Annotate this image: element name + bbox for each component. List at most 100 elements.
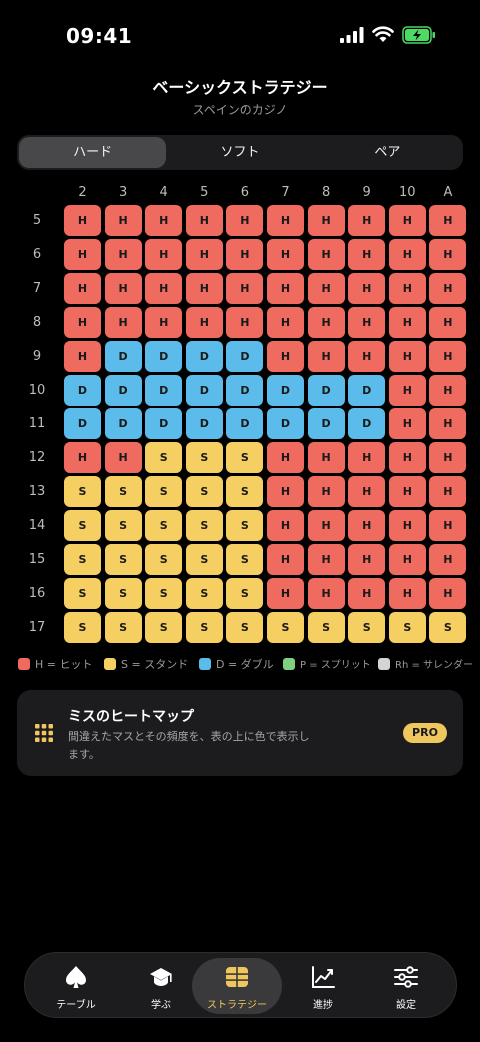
strategy-cell[interactable]: H xyxy=(388,442,426,474)
strategy-cell[interactable]: H xyxy=(388,340,426,372)
strategy-cell[interactable]: H xyxy=(226,306,264,338)
strategy-cell[interactable]: S xyxy=(185,544,223,575)
strategy-cell[interactable]: H xyxy=(226,238,264,270)
strategy-cell[interactable]: S xyxy=(64,510,101,542)
strategy-cell[interactable]: H xyxy=(307,306,345,338)
strategy-cell[interactable]: H xyxy=(64,442,101,474)
strategy-cell[interactable]: D xyxy=(104,374,142,406)
strategy-cell[interactable]: H xyxy=(348,306,386,338)
segment-pairs[interactable]: ペア xyxy=(314,137,461,168)
pro-badge[interactable]: PRO xyxy=(403,723,447,743)
strategy-cell[interactable]: H xyxy=(104,306,142,338)
strategy-cell[interactable]: H xyxy=(145,272,183,304)
strategy-cell[interactable]: D xyxy=(226,374,264,406)
strategy-cell[interactable]: D xyxy=(145,374,183,406)
strategy-cell[interactable]: D xyxy=(64,374,101,406)
strategy-cell[interactable]: S xyxy=(226,577,264,609)
strategy-cell[interactable]: H xyxy=(429,374,467,406)
strategy-cell[interactable]: D xyxy=(185,374,223,406)
strategy-cell[interactable]: H xyxy=(267,476,304,508)
strategy-cell[interactable]: S xyxy=(104,544,142,575)
strategy-cell[interactable]: D xyxy=(267,408,304,440)
strategy-cell[interactable]: H xyxy=(145,238,183,270)
strategy-cell[interactable]: H xyxy=(429,205,467,236)
strategy-cell[interactable]: S xyxy=(307,611,345,643)
strategy-cell[interactable]: H xyxy=(388,476,426,508)
strategy-cell[interactable]: S xyxy=(104,476,142,508)
strategy-cell[interactable]: S xyxy=(64,577,101,609)
tab-strategy[interactable]: ストラテジー xyxy=(192,958,282,1014)
strategy-cell[interactable]: D xyxy=(185,408,223,440)
strategy-cell[interactable]: H xyxy=(388,272,426,304)
strategy-cell[interactable]: S xyxy=(267,611,304,643)
strategy-cell[interactable]: S xyxy=(104,577,142,609)
strategy-cell[interactable]: D xyxy=(226,408,264,440)
tab-table[interactable]: テーブル xyxy=(31,958,121,1014)
strategy-cell[interactable]: H xyxy=(307,238,345,270)
strategy-cell[interactable]: S xyxy=(185,577,223,609)
strategy-cell[interactable]: D xyxy=(104,408,142,440)
strategy-cell[interactable]: S xyxy=(64,476,101,508)
tab-progress[interactable]: 進捗 xyxy=(278,958,368,1014)
strategy-cell[interactable]: H xyxy=(429,510,467,542)
strategy-cell[interactable]: H xyxy=(429,476,467,508)
strategy-cell[interactable]: D xyxy=(104,340,142,372)
strategy-cell[interactable]: H xyxy=(104,442,142,474)
strategy-cell[interactable]: D xyxy=(307,374,345,406)
strategy-cell[interactable]: H xyxy=(307,544,345,575)
strategy-cell[interactable]: H xyxy=(388,306,426,338)
strategy-cell[interactable]: H xyxy=(267,272,304,304)
mistake-heatmap-card[interactable]: ミスのヒートマップ 間違えたマスとその頻度を、表の上に色で表示します。 PRO xyxy=(17,690,463,776)
strategy-cell[interactable]: H xyxy=(226,205,264,236)
strategy-cell[interactable]: D xyxy=(185,340,223,372)
strategy-cell[interactable]: S xyxy=(388,611,426,643)
strategy-cell[interactable]: H xyxy=(429,340,467,372)
strategy-cell[interactable]: S xyxy=(64,544,101,575)
strategy-cell[interactable]: S xyxy=(145,611,183,643)
strategy-cell[interactable]: S xyxy=(226,544,264,575)
strategy-cell[interactable]: S xyxy=(429,611,467,643)
strategy-cell[interactable]: S xyxy=(104,611,142,643)
strategy-cell[interactable]: H xyxy=(307,340,345,372)
strategy-cell[interactable]: D xyxy=(145,408,183,440)
tab-settings[interactable]: 設定 xyxy=(361,958,451,1014)
strategy-cell[interactable]: S xyxy=(348,611,386,643)
strategy-cell[interactable]: H xyxy=(64,306,101,338)
strategy-cell[interactable]: D xyxy=(348,374,386,406)
strategy-cell[interactable]: H xyxy=(267,510,304,542)
strategy-cell[interactable]: S xyxy=(185,442,223,474)
segment-soft[interactable]: ソフト xyxy=(166,137,313,168)
strategy-cell[interactable]: D xyxy=(145,340,183,372)
strategy-cell[interactable]: H xyxy=(267,340,304,372)
strategy-cell[interactable]: H xyxy=(307,205,345,236)
strategy-cell[interactable]: H xyxy=(267,544,304,575)
strategy-cell[interactable]: S xyxy=(145,577,183,609)
strategy-cell[interactable]: H xyxy=(429,408,467,440)
strategy-cell[interactable]: H xyxy=(348,544,386,575)
segment-hard[interactable]: ハード xyxy=(19,137,167,168)
strategy-cell[interactable]: H xyxy=(348,238,386,270)
strategy-cell[interactable]: H xyxy=(429,544,467,575)
strategy-cell[interactable]: H xyxy=(104,272,142,304)
strategy-cell[interactable]: H xyxy=(388,238,426,270)
strategy-cell[interactable]: H xyxy=(185,306,223,338)
strategy-cell[interactable]: H xyxy=(388,205,426,236)
strategy-cell[interactable]: H xyxy=(64,238,101,270)
strategy-cell[interactable]: H xyxy=(429,272,467,304)
strategy-cell[interactable]: H xyxy=(64,340,101,372)
strategy-cell[interactable]: H xyxy=(348,272,386,304)
strategy-cell[interactable]: H xyxy=(104,238,142,270)
strategy-cell[interactable]: H xyxy=(348,577,386,609)
strategy-cell[interactable]: D xyxy=(307,408,345,440)
strategy-cell[interactable]: H xyxy=(348,476,386,508)
strategy-cell[interactable]: S xyxy=(226,442,264,474)
strategy-cell[interactable]: H xyxy=(388,510,426,542)
strategy-cell[interactable]: H xyxy=(429,577,467,609)
strategy-cell[interactable]: S xyxy=(185,476,223,508)
strategy-cell[interactable]: D xyxy=(267,374,304,406)
strategy-cell[interactable]: D xyxy=(64,408,101,440)
strategy-cell[interactable]: S xyxy=(185,510,223,542)
strategy-cell[interactable]: H xyxy=(388,577,426,609)
strategy-cell[interactable]: H xyxy=(64,205,101,236)
strategy-cell[interactable]: H xyxy=(307,510,345,542)
